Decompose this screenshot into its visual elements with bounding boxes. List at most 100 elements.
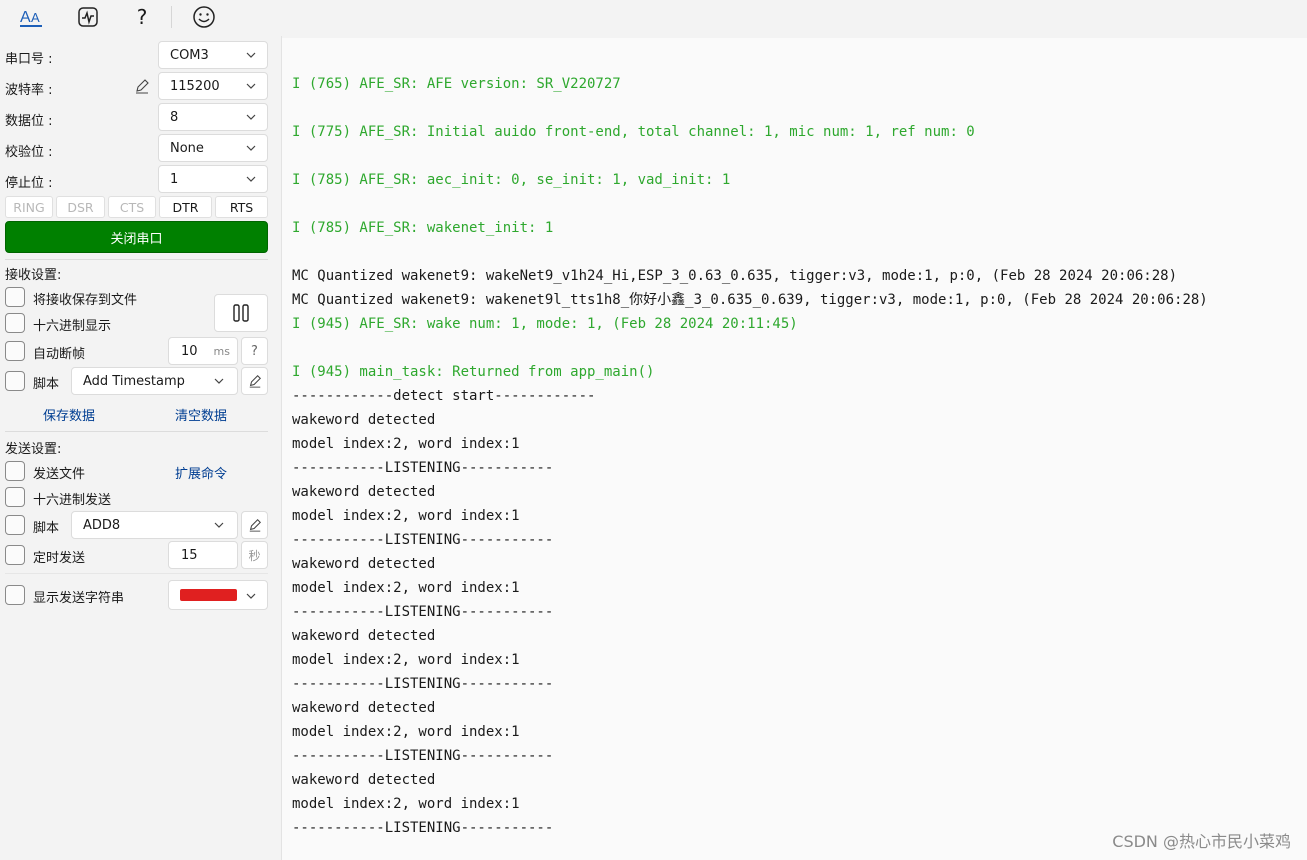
receive-console[interactable]: I (765) AFE_SR: AFE version: SR_V220727 I… [282, 38, 1307, 860]
send-script-checkbox[interactable] [5, 515, 25, 535]
receive-script-value: Add Timestamp [83, 373, 185, 389]
timed-send-checkbox[interactable] [5, 545, 25, 565]
console-line: I (775) AFE_SR: Initial auido front-end,… [292, 124, 975, 140]
color-picker[interactable] [168, 580, 268, 610]
chevron-down-icon [246, 83, 256, 89]
chevron-down-icon [246, 52, 256, 58]
watermark: CSDN @热心市民小菜鸡 [1112, 832, 1291, 851]
signal-dsr[interactable]: DSR [56, 196, 105, 218]
send-section-title: 发送设置: [5, 442, 62, 457]
console-line: I (945) AFE_SR: wake num: 1, mode: 1, (F… [292, 316, 798, 332]
console-line: model index:2, word index:1 [292, 724, 520, 740]
chevron-down-icon [246, 114, 256, 120]
save-to-file-label: 将接收保存到文件 [33, 293, 138, 308]
save-data-link[interactable]: 保存数据 [43, 405, 95, 424]
hex-display-label: 十六进制显示 [33, 319, 112, 334]
edit-icon [249, 375, 261, 388]
settings-panel: 串口号 : COM3 波特率 : 115200 数据位 : 8 校验位 : No… [0, 36, 274, 860]
console-line: -----------LISTENING----------- [292, 532, 554, 548]
baud-label: 波特率 : [5, 83, 53, 98]
hex-display-checkbox[interactable] [5, 313, 25, 333]
divider [5, 573, 268, 574]
color-swatch [180, 589, 237, 601]
receive-script-select[interactable]: Add Timestamp [71, 367, 238, 395]
toolbar: AA ? [0, 0, 1307, 36]
help-icon[interactable]: ? [127, 4, 157, 30]
auto-frame-help-button[interactable]: ? [241, 337, 268, 365]
divider [5, 431, 268, 432]
show-string-checkbox[interactable] [5, 585, 25, 605]
console-line: model index:2, word index:1 [292, 652, 520, 668]
console-line: wakeword detected [292, 556, 436, 572]
show-string-label: 显示发送字符串 [33, 591, 125, 606]
edit-icon[interactable] [134, 78, 150, 98]
waveform-icon[interactable] [73, 4, 103, 30]
console-line: wakeword detected [292, 484, 436, 500]
hex-send-checkbox[interactable] [5, 487, 25, 507]
edit-icon [249, 519, 261, 532]
divider [5, 259, 268, 260]
console-line: wakeword detected [292, 700, 436, 716]
console-line: I (945) main_task: Returned from app_mai… [292, 364, 655, 380]
chevron-down-icon [246, 593, 256, 599]
chevron-down-icon [214, 378, 224, 384]
signal-rts[interactable]: RTS [215, 196, 268, 218]
send-script-select[interactable]: ADD8 [71, 511, 238, 539]
send-file-checkbox[interactable] [5, 461, 25, 481]
receive-script-edit-button[interactable] [241, 367, 268, 395]
signal-dtr[interactable]: DTR [159, 196, 212, 218]
pause-button[interactable] [214, 294, 268, 332]
console-line: I (785) AFE_SR: aec_init: 0, se_init: 1,… [292, 172, 731, 188]
extend-command-link[interactable]: 扩展命令 [175, 463, 227, 482]
hex-send-label: 十六进制发送 [33, 493, 112, 508]
console-line: -----------LISTENING----------- [292, 748, 554, 764]
auto-frame-label: 自动断帧 [33, 347, 86, 362]
parity-value: None [170, 140, 204, 156]
font-settings-icon[interactable]: AA [16, 4, 46, 30]
console-line: model index:2, word index:1 [292, 508, 520, 524]
receive-script-label: 脚本 [33, 377, 60, 392]
console-line: I (785) AFE_SR: wakenet_init: 1 [292, 220, 554, 236]
timed-send-value: 15 [181, 547, 198, 563]
auto-frame-input[interactable]: 10 ms [168, 337, 238, 365]
chevron-down-icon [246, 145, 256, 151]
clear-data-link[interactable]: 清空数据 [175, 405, 227, 424]
chevron-down-icon [246, 176, 256, 182]
auto-frame-checkbox[interactable] [5, 341, 25, 361]
svg-text:A: A [31, 10, 40, 25]
toolbar-separator [171, 6, 172, 28]
stopbits-select[interactable]: 1 [158, 165, 268, 193]
chevron-down-icon [214, 522, 224, 528]
console-line: model index:2, word index:1 [292, 436, 520, 452]
port-value: COM3 [170, 47, 209, 63]
pause-icon [233, 304, 249, 322]
console-line: I (765) AFE_SR: AFE version: SR_V220727 [292, 76, 621, 92]
close-port-button[interactable]: 关闭串口 [5, 221, 268, 253]
send-script-edit-button[interactable] [241, 511, 268, 539]
databits-select[interactable]: 8 [158, 103, 268, 131]
baud-value: 115200 [170, 78, 220, 94]
timed-send-label: 定时发送 [33, 551, 86, 566]
signal-cts[interactable]: CTS [108, 196, 156, 218]
timed-send-unit: 秒 [241, 541, 268, 569]
timed-send-input[interactable]: 15 [168, 541, 238, 569]
console-line: wakeword detected [292, 628, 436, 644]
port-select[interactable]: COM3 [158, 41, 268, 69]
console-line: wakeword detected [292, 412, 436, 428]
auto-frame-value: 10 [181, 343, 198, 359]
receive-script-checkbox[interactable] [5, 371, 25, 391]
console-line: MC Quantized wakenet9: wakenet9l_tts1h8_… [292, 292, 1208, 308]
parity-label: 校验位 : [5, 145, 53, 160]
smiley-icon[interactable] [189, 4, 219, 30]
console-line: -----------LISTENING----------- [292, 460, 554, 476]
parity-select[interactable]: None [158, 134, 268, 162]
auto-frame-unit: ms [213, 344, 230, 358]
stopbits-value: 1 [170, 171, 179, 187]
console-line: -----------LISTENING----------- [292, 820, 554, 836]
baud-select[interactable]: 115200 [158, 72, 268, 100]
svg-text:A: A [20, 9, 31, 26]
console-line: ------------detect start------------ [292, 388, 596, 404]
signal-ring[interactable]: RING [5, 196, 53, 218]
receive-section-title: 接收设置: [5, 268, 62, 283]
save-to-file-checkbox[interactable] [5, 287, 25, 307]
